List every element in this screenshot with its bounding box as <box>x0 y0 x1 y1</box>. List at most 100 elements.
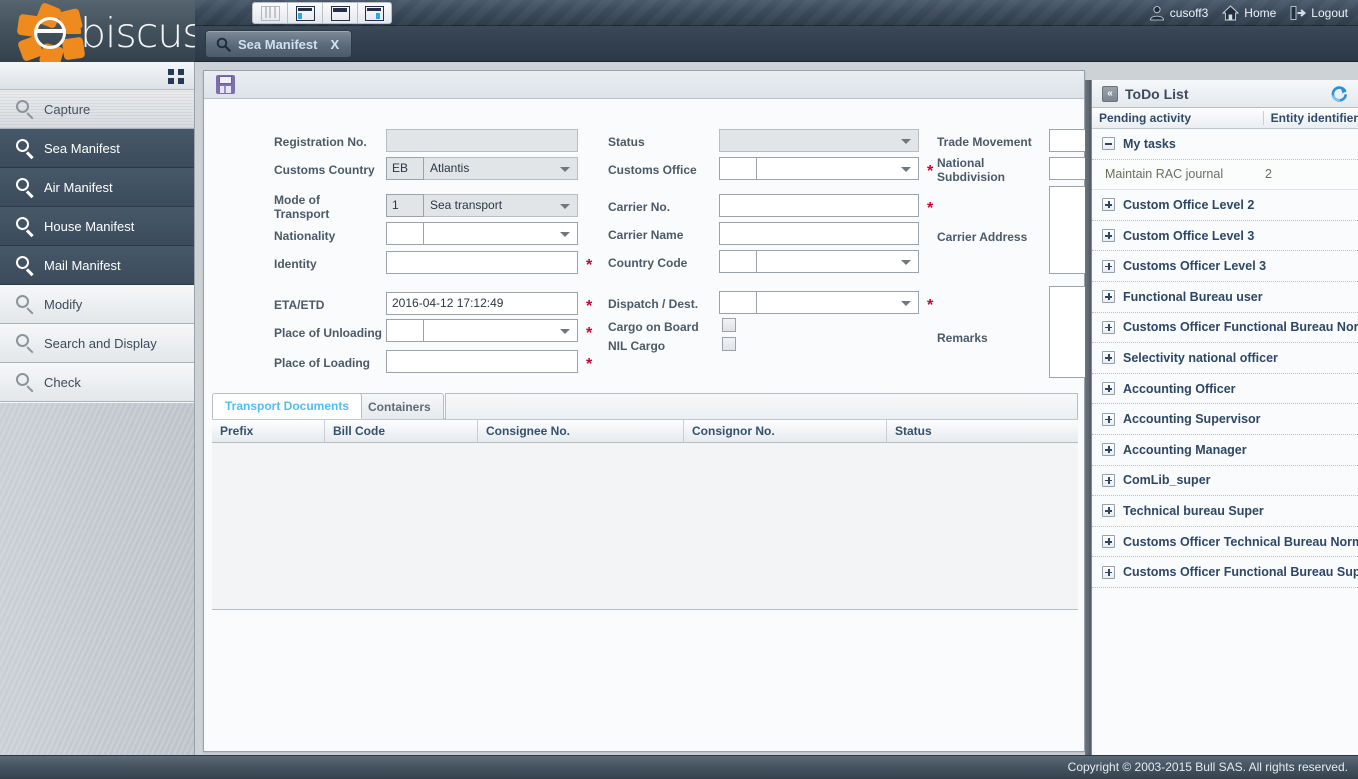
plus-expander-icon[interactable] <box>1102 290 1115 303</box>
tab-close-icon[interactable]: X <box>330 37 339 52</box>
column-header-entity-identifier[interactable]: Entity identifier <box>1264 111 1358 125</box>
eta-etd-input[interactable]: 2016-04-12 17:12:49 <box>386 292 578 315</box>
column-header-pending-activity[interactable]: Pending activity <box>1092 111 1264 125</box>
todo-group-customs-officer-technical-bureau-normal[interactable]: Customs Officer Technical Bureau Normal <box>1092 527 1358 558</box>
plus-expander-icon[interactable] <box>1102 413 1115 426</box>
sidebar-item-check[interactable]: Check <box>0 363 194 402</box>
todo-group-accounting-supervisor[interactable]: Accounting Supervisor <box>1092 404 1358 435</box>
sidebar-item-mail-manifest[interactable]: Mail Manifest <box>0 246 194 285</box>
layout-right-split-button[interactable] <box>357 2 392 24</box>
carrier-name-input[interactable] <box>719 222 919 245</box>
home-link[interactable]: Home <box>1218 5 1280 21</box>
todo-task-row[interactable]: Maintain RAC journal 2 <box>1092 160 1358 191</box>
cargo-on-board-checkbox[interactable] <box>722 318 736 332</box>
plus-expander-icon[interactable] <box>1102 382 1115 395</box>
mode-of-transport-code-input[interactable]: 1 <box>386 194 424 217</box>
tab-sea-manifest[interactable]: Sea Manifest X <box>205 30 352 58</box>
status-select[interactable] <box>719 129 919 152</box>
column-header-status[interactable]: Status <box>887 420 1078 442</box>
dispatch-dest-select[interactable] <box>757 291 919 314</box>
place-of-unloading-select[interactable] <box>424 319 578 342</box>
customs-office-select[interactable] <box>757 157 919 180</box>
nationality-select[interactable] <box>424 222 578 245</box>
country-code-field[interactable] <box>719 250 919 273</box>
tab-transport-documents[interactable]: Transport Documents <box>212 393 362 419</box>
mode-of-transport-field[interactable]: 1 Sea transport <box>386 194 578 217</box>
todo-group-comlib-super[interactable]: ComLib_super <box>1092 466 1358 497</box>
todo-group-selectivity-national-officer[interactable]: Selectivity national officer <box>1092 343 1358 374</box>
todo-group-accounting-officer[interactable]: Accounting Officer <box>1092 374 1358 405</box>
plus-expander-icon[interactable] <box>1102 474 1115 487</box>
label-trade-movement: Trade Movement <box>937 135 1032 149</box>
column-header-bill-code[interactable]: Bill Code <box>325 420 478 442</box>
grid-view-icon[interactable] <box>168 69 184 84</box>
plus-expander-icon[interactable] <box>1102 229 1115 242</box>
sidebar-header <box>0 62 194 90</box>
place-of-loading-input[interactable] <box>386 350 578 373</box>
required-marker: * <box>586 301 592 313</box>
sidebar-item-label: Capture <box>44 102 90 117</box>
dispatch-dest-field[interactable] <box>719 291 919 314</box>
plus-expander-icon[interactable] <box>1102 351 1115 364</box>
dispatch-dest-code-input[interactable] <box>719 291 757 314</box>
registration-no-input[interactable] <box>386 129 578 152</box>
sidebar-item-air-manifest[interactable]: Air Manifest <box>0 168 194 207</box>
place-of-unloading-code-input[interactable] <box>386 319 424 342</box>
plus-expander-icon[interactable] <box>1102 504 1115 517</box>
place-of-unloading-field[interactable] <box>386 319 578 342</box>
todo-group-customs-officer-functional-bureau-super[interactable]: Customs Officer Functional Bureau Super <box>1092 557 1358 588</box>
national-subdivision-code-input[interactable] <box>1049 157 1087 180</box>
customs-office-code-input[interactable] <box>719 157 757 180</box>
mode-of-transport-select[interactable]: Sea transport <box>424 194 578 217</box>
logout-link[interactable]: Logout <box>1286 5 1352 21</box>
todo-group-custom-office-level-3[interactable]: Custom Office Level 3 <box>1092 221 1358 252</box>
todo-group-my-tasks[interactable]: My tasks <box>1092 129 1358 160</box>
customs-country-select[interactable]: Atlantis <box>424 157 578 180</box>
todo-group-label: Customs Officer Level 3 <box>1123 259 1266 273</box>
logo-wordmark: biscus <box>80 9 195 57</box>
sidebar-item-label: Check <box>44 375 81 390</box>
plus-expander-icon[interactable] <box>1102 260 1115 273</box>
country-code-code-input[interactable] <box>719 250 757 273</box>
column-header-consignee-no[interactable]: Consignee No. <box>478 420 684 442</box>
user-account[interactable]: cusoff3 <box>1145 5 1212 21</box>
nil-cargo-checkbox[interactable] <box>722 337 736 351</box>
plus-expander-icon[interactable] <box>1102 535 1115 548</box>
plus-expander-icon[interactable] <box>1102 198 1115 211</box>
sidebar-item-search-and-display[interactable]: Search and Display <box>0 324 194 363</box>
sidebar-item-house-manifest[interactable]: House Manifest <box>0 207 194 246</box>
customs-country-code-input[interactable]: EB <box>386 157 424 180</box>
plus-expander-icon[interactable] <box>1102 566 1115 579</box>
todo-group-customs-officer-level-3[interactable]: Customs Officer Level 3 <box>1092 251 1358 282</box>
todo-group-technical-bureau-super[interactable]: Technical bureau Super <box>1092 496 1358 527</box>
brand-logo-panel[interactable]: biscus <box>0 0 195 62</box>
sidebar-item-capture[interactable]: Capture <box>0 90 194 129</box>
column-header-prefix[interactable]: Prefix <box>212 420 325 442</box>
save-icon[interactable] <box>216 75 235 94</box>
refresh-icon[interactable] <box>1330 85 1348 103</box>
plus-expander-icon[interactable] <box>1102 321 1115 334</box>
todo-group-accounting-manager[interactable]: Accounting Manager <box>1092 435 1358 466</box>
nationality-field[interactable] <box>386 222 578 245</box>
identity-input[interactable] <box>386 251 578 274</box>
plus-expander-icon[interactable] <box>1102 443 1115 456</box>
customs-office-field[interactable] <box>719 157 919 180</box>
customs-country-field[interactable]: EB Atlantis <box>386 157 578 180</box>
sidebar-item-sea-manifest[interactable]: Sea Manifest <box>0 129 194 168</box>
tab-containers[interactable]: Containers <box>355 393 444 419</box>
nationality-code-input[interactable] <box>386 222 424 245</box>
country-code-select[interactable] <box>757 250 919 273</box>
todo-list-panel: « ToDo List Pending activity Entity iden… <box>1091 80 1358 755</box>
sidebar-item-modify[interactable]: Modify <box>0 285 194 324</box>
todo-group-functional-bureau-user[interactable]: Functional Bureau user <box>1092 282 1358 313</box>
layout-columns-disabled-button[interactable] <box>252 2 287 24</box>
column-header-consignor-no[interactable]: Consignor No. <box>684 420 887 442</box>
minus-expander-icon[interactable] <box>1102 137 1115 150</box>
collapse-left-icon[interactable]: « <box>1102 86 1118 102</box>
required-marker: * <box>927 166 933 178</box>
carrier-no-input[interactable] <box>719 194 919 217</box>
layout-stacked-button[interactable] <box>322 2 357 24</box>
todo-group-customs-officer-functional-bureau-normal[interactable]: Customs Officer Functional Bureau Normal <box>1092 313 1358 344</box>
layout-left-split-button[interactable] <box>287 2 322 24</box>
todo-group-custom-office-level-2[interactable]: Custom Office Level 2 <box>1092 190 1358 221</box>
